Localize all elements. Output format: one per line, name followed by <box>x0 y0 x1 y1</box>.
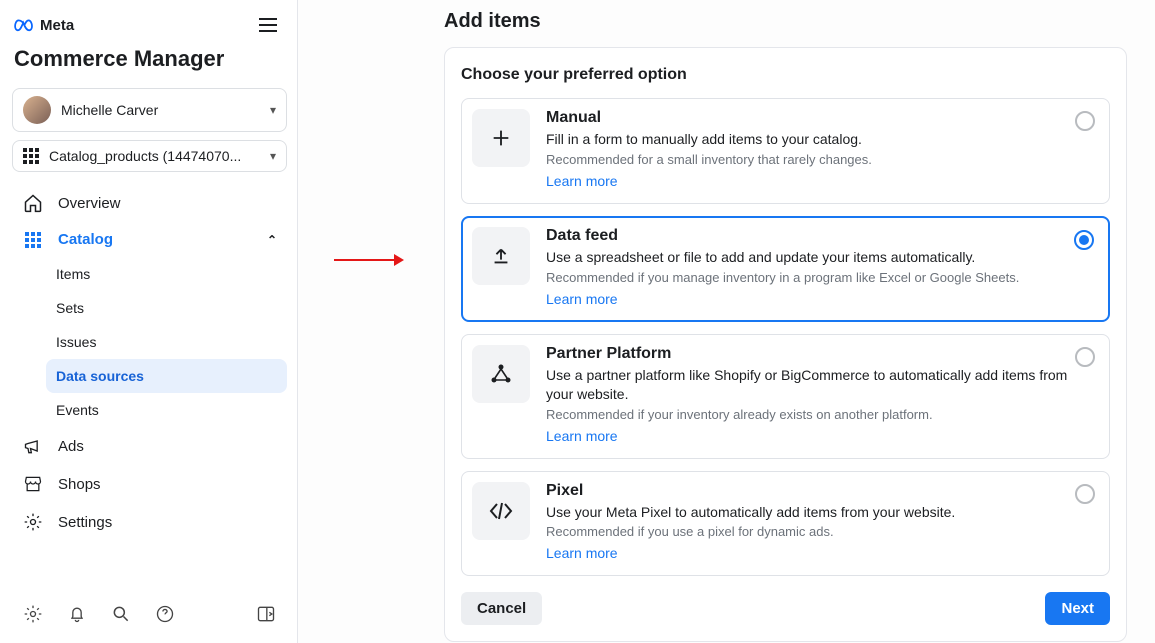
plus-icon <box>472 109 530 167</box>
sub-sets[interactable]: Sets <box>46 291 287 325</box>
sub-issues[interactable]: Issues <box>46 325 287 359</box>
app-title: Commerce Manager <box>12 42 287 84</box>
shop-icon <box>22 474 44 494</box>
option-desc: Use a spreadsheet or file to add and upd… <box>546 248 1095 267</box>
option-recommendation: Recommended if your inventory already ex… <box>546 407 1095 422</box>
nav-settings[interactable]: Settings <box>12 503 287 541</box>
option-title: Manual <box>546 109 1095 127</box>
option-desc: Fill in a form to manually add items to … <box>546 130 1095 149</box>
sub-events[interactable]: Events <box>46 393 287 427</box>
learn-more-link[interactable]: Learn more <box>546 428 618 444</box>
cancel-button[interactable]: Cancel <box>461 592 542 625</box>
chevron-up-icon: ⌃ <box>267 233 277 247</box>
chevron-down-icon: ▾ <box>270 149 276 163</box>
upload-icon <box>472 227 530 285</box>
option-desc: Use a partner platform like Shopify or B… <box>546 366 1095 404</box>
help-button[interactable] <box>148 597 182 631</box>
nav-label: Overview <box>58 195 121 212</box>
user-dropdown[interactable]: Michelle Carver ▾ <box>12 88 287 132</box>
option-pixel[interactable]: Pixel Use your Meta Pixel to automatical… <box>461 471 1110 577</box>
next-button[interactable]: Next <box>1045 592 1110 625</box>
learn-more-link[interactable]: Learn more <box>546 291 618 307</box>
avatar <box>23 96 51 124</box>
user-name: Michelle Carver <box>61 102 260 118</box>
grid-icon <box>22 232 44 248</box>
search-button[interactable] <box>104 597 138 631</box>
nav-label: Settings <box>58 514 112 531</box>
learn-more-link[interactable]: Learn more <box>546 173 618 189</box>
settings-gear-button[interactable] <box>16 597 50 631</box>
option-title: Data feed <box>546 227 1095 245</box>
learn-more-link[interactable]: Learn more <box>546 545 618 561</box>
radio-button[interactable] <box>1075 484 1095 504</box>
option-recommendation: Recommended if you manage inventory in a… <box>546 270 1095 285</box>
nav-overview[interactable]: Overview <box>12 184 287 222</box>
gear-icon <box>22 512 44 532</box>
panel-toggle-button[interactable] <box>249 597 283 631</box>
option-desc: Use your Meta Pixel to automatically add… <box>546 503 1095 522</box>
home-icon <box>22 193 44 213</box>
chevron-down-icon: ▾ <box>270 103 276 117</box>
option-data-feed[interactable]: Data feed Use a spreadsheet or file to a… <box>461 216 1110 322</box>
option-title: Pixel <box>546 482 1095 500</box>
annotation-arrow <box>334 252 404 268</box>
option-partner-platform[interactable]: Partner Platform Use a partner platform … <box>461 334 1110 459</box>
option-manual[interactable]: Manual Fill in a form to manually add it… <box>461 98 1110 204</box>
notifications-bell-button[interactable] <box>60 597 94 631</box>
code-icon <box>472 482 530 540</box>
panel-heading: Choose your preferred option <box>461 66 1110 84</box>
meta-logo: Meta <box>14 17 74 34</box>
nav-label: Ads <box>58 438 84 455</box>
nav-shops[interactable]: Shops <box>12 465 287 503</box>
page-title: Add items <box>444 10 1127 33</box>
meta-infinity-icon <box>14 18 36 32</box>
radio-button[interactable] <box>1075 347 1095 367</box>
option-recommendation: Recommended if you use a pixel for dynam… <box>546 524 1095 539</box>
radio-button[interactable] <box>1074 230 1094 250</box>
grid-icon <box>23 148 39 164</box>
nav-ads[interactable]: Ads <box>12 427 287 465</box>
add-items-panel: Choose your preferred option Manual Fill… <box>444 47 1127 642</box>
option-recommendation: Recommended for a small inventory that r… <box>546 152 1095 167</box>
option-title: Partner Platform <box>546 345 1095 363</box>
megaphone-icon <box>22 436 44 456</box>
radio-button[interactable] <box>1075 111 1095 131</box>
nav-label: Catalog <box>58 231 113 248</box>
nav-label: Shops <box>58 476 101 493</box>
network-icon <box>472 345 530 403</box>
sub-items[interactable]: Items <box>46 257 287 291</box>
menu-toggle-button[interactable] <box>255 14 281 36</box>
nav-catalog[interactable]: Catalog ⌃ <box>12 222 287 257</box>
sub-data-sources[interactable]: Data sources <box>46 359 287 393</box>
catalog-name: Catalog_products (14474070... <box>49 148 260 164</box>
catalog-dropdown[interactable]: Catalog_products (14474070... ▾ <box>12 140 287 172</box>
